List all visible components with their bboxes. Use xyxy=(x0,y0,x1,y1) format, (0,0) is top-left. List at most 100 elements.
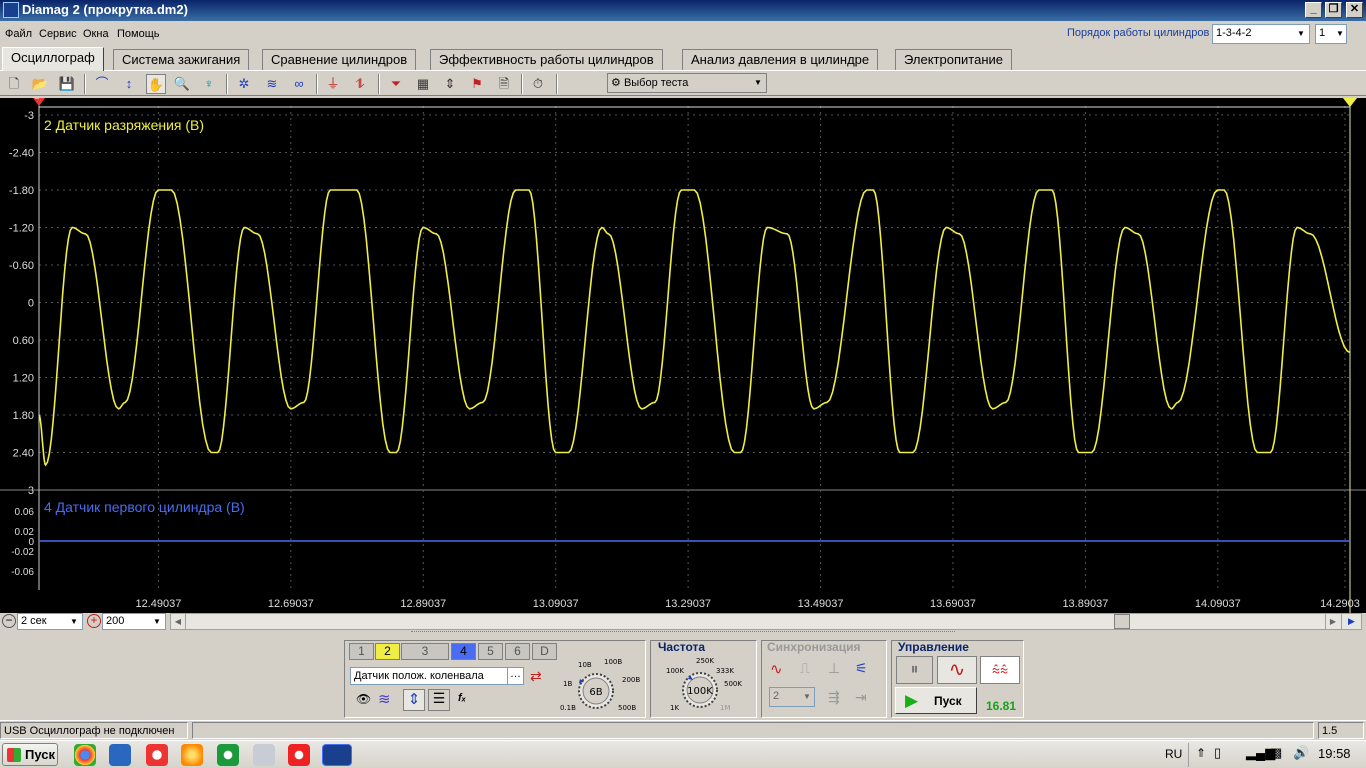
sync-edge-up-icon[interactable]: ⎍ xyxy=(800,660,820,680)
antivirus-icon[interactable] xyxy=(146,744,168,766)
y-tick-label-top: -0.60 xyxy=(9,260,34,272)
hand-pan-icon[interactable]: ✋ xyxy=(146,74,166,94)
scroll-left-icon[interactable]: ◀ xyxy=(171,614,186,629)
close-button[interactable]: ✕ xyxy=(1346,2,1363,18)
tab-cylinder-efficiency[interactable]: Эффективность работы цилиндров xyxy=(430,49,663,70)
points-select[interactable]: 200 ▼ xyxy=(102,613,166,630)
play-forward-icon[interactable]: ▶ xyxy=(1341,614,1361,629)
channel-2-button[interactable]: 2 xyxy=(375,643,400,660)
vertical-arrows-icon[interactable]: ⇕ xyxy=(403,689,425,711)
file-manager-icon[interactable] xyxy=(109,744,131,766)
zoom-in-icon[interactable]: + xyxy=(87,614,101,628)
windows-logo-icon xyxy=(7,748,21,762)
zero-offset-icon[interactable]: ⥮ xyxy=(350,74,370,94)
tree-view-icon[interactable]: ♆ xyxy=(199,74,219,94)
start-menu-button[interactable]: Пуск xyxy=(2,743,58,766)
multi-wave-icon[interactable]: ⩯⩯ xyxy=(980,656,1020,684)
open-folder-icon[interactable]: 📂 xyxy=(30,74,50,94)
notes-icon[interactable]: 🗎 xyxy=(494,74,514,94)
tray-device-icon[interactable]: ▯ xyxy=(1214,745,1221,761)
firing-order-select[interactable]: 1-3-4-2 ▼ xyxy=(1212,24,1310,44)
tab-bar: Осциллограф Система зажигания Сравнение … xyxy=(0,47,1366,71)
marker-flag-icon[interactable]: ⚑ xyxy=(467,74,487,94)
auto-scale-icon[interactable]: ⏚ xyxy=(323,74,343,94)
channel-1-button[interactable]: 1 xyxy=(349,643,374,660)
zoom-out-icon[interactable]: − xyxy=(2,614,16,628)
channel-6-button[interactable]: 6 xyxy=(505,643,530,660)
single-wave-icon[interactable]: ∿ xyxy=(937,656,977,684)
y-tick-label-top: -2.40 xyxy=(9,148,34,160)
sensor-field[interactable]: Датчик полож. коленвала … xyxy=(350,667,524,685)
tab-oscilloscope[interactable]: Осциллограф xyxy=(2,47,104,71)
save-icon[interactable]: 💾 xyxy=(57,74,77,94)
cylinder-select[interactable]: 1 ▼ xyxy=(1315,24,1347,44)
filter-icon[interactable]: ⏷ xyxy=(386,74,406,94)
function-icon[interactable]: fₓ xyxy=(458,692,474,708)
tab-ignition[interactable]: Система зажигания xyxy=(113,49,250,70)
grid-lines-icon[interactable]: ☰ xyxy=(428,689,450,711)
sync-level-icon[interactable]: ⇶ xyxy=(828,689,848,707)
diamag-task-icon[interactable] xyxy=(322,744,352,766)
menu-file[interactable]: Файл xyxy=(5,28,32,40)
auto-timer-icon[interactable]: ⏱ xyxy=(528,74,548,94)
panel-splitter[interactable] xyxy=(411,631,955,636)
language-indicator[interactable]: RU xyxy=(1165,747,1182,761)
vertical-measure-icon[interactable]: ↕ xyxy=(119,74,139,94)
minimize-button[interactable]: _ xyxy=(1305,2,1322,18)
scroll-thumb[interactable] xyxy=(1114,614,1130,629)
frequency-knob-value: 100K xyxy=(687,686,713,697)
volume-icon[interactable]: 🔊 xyxy=(1293,745,1309,761)
new-file-icon[interactable]: 🗋 xyxy=(4,74,24,94)
voltage-knob[interactable]: 10В 100В 1В 200В 0.1В 500В 6В xyxy=(556,655,646,715)
chrome-icon[interactable] xyxy=(74,744,96,766)
eye-icon[interactable]: 👁 xyxy=(356,692,372,708)
scope-plot[interactable]: -3 -2.40 -1.80 -1.20 -0.60 0 0.60 1.20 1.80 2.40 3… xyxy=(0,98,1366,613)
sync-edge-down-icon[interactable]: ⊥ xyxy=(828,660,848,680)
waveform-filter-icon[interactable]: ≋ xyxy=(378,690,398,710)
channel-3-button[interactable]: 3 xyxy=(401,643,449,660)
ellipsis-icon[interactable]: … xyxy=(507,668,523,684)
tab-pressure-analysis[interactable]: Анализ давления в цилиндре xyxy=(682,49,879,70)
pause-icon[interactable]: ⏸ xyxy=(896,656,933,684)
sensor-swap-icon[interactable]: ⇄ xyxy=(530,668,548,686)
horizontal-scrollbar[interactable]: ◀ ▶ ▶ xyxy=(170,613,1362,630)
knob-label-1v: 1В xyxy=(563,680,572,688)
scroll-right-icon[interactable]: ▶ xyxy=(1325,614,1340,629)
start-button[interactable]: ▶ Пуск xyxy=(895,687,977,714)
channel-4-button[interactable]: 4 xyxy=(451,643,476,660)
sync-auto-icon[interactable]: ⚟ xyxy=(855,660,877,680)
y-tick-label-top: 1.80 xyxy=(13,410,34,422)
menu-windows[interactable]: Окна xyxy=(83,28,109,40)
chevron-down-icon: ▼ xyxy=(1336,29,1344,38)
auto-fit-icon[interactable]: ✲ xyxy=(234,74,254,94)
sync-channel-select[interactable]: 2 ▼ xyxy=(769,687,815,707)
oscilloscope-view[interactable]: -3 -2.40 -1.80 -1.20 -0.60 0 0.60 1.20 1.80 2.40 3… xyxy=(0,98,1366,613)
torrent-icon[interactable] xyxy=(217,744,239,766)
opera-icon[interactable] xyxy=(288,744,310,766)
grid-icon[interactable]: ▦ xyxy=(413,74,433,94)
media-player-icon[interactable] xyxy=(181,744,203,766)
cursor-marker-icon[interactable]: ⌒ xyxy=(92,74,112,94)
menu-help[interactable]: Помощь xyxy=(117,28,160,40)
overlay-waves-icon[interactable]: ∞ xyxy=(289,74,309,94)
tray-arrow-icon[interactable]: ⇑ xyxy=(1196,746,1206,760)
tab-cylinder-compare[interactable]: Сравнение цилиндров xyxy=(262,49,417,70)
waves-icon[interactable]: ≋ xyxy=(262,74,282,94)
sync-position-icon[interactable]: ⇥ xyxy=(855,689,877,707)
tab-power[interactable]: Электропитание xyxy=(895,49,1012,70)
restore-button[interactable]: ❐ xyxy=(1325,2,1342,18)
sweep-select[interactable]: 2 сек ▼ xyxy=(17,613,83,630)
menu-service[interactable]: Сервис xyxy=(39,28,77,40)
split-icon[interactable]: ⇕ xyxy=(440,74,460,94)
toolbar-separator xyxy=(378,74,380,94)
y-tick-label-top: -1.80 xyxy=(9,185,34,197)
channel-5-button[interactable]: 5 xyxy=(478,643,503,660)
zoom-icon[interactable]: 🔍 xyxy=(172,74,192,94)
tray-app-icon[interactable]: ▩ xyxy=(1270,745,1282,761)
sync-rising-icon[interactable]: ∿ xyxy=(770,660,790,680)
document-icon[interactable] xyxy=(253,744,275,766)
channel-d-button[interactable]: D xyxy=(532,643,557,660)
test-select[interactable]: ⚙ Выбор теста ▼ xyxy=(607,73,767,93)
frequency-knob[interactable]: 100K 250K 333K 500K 1K 1M 100K xyxy=(662,653,752,715)
gear-icon: ⚙ xyxy=(611,77,621,89)
